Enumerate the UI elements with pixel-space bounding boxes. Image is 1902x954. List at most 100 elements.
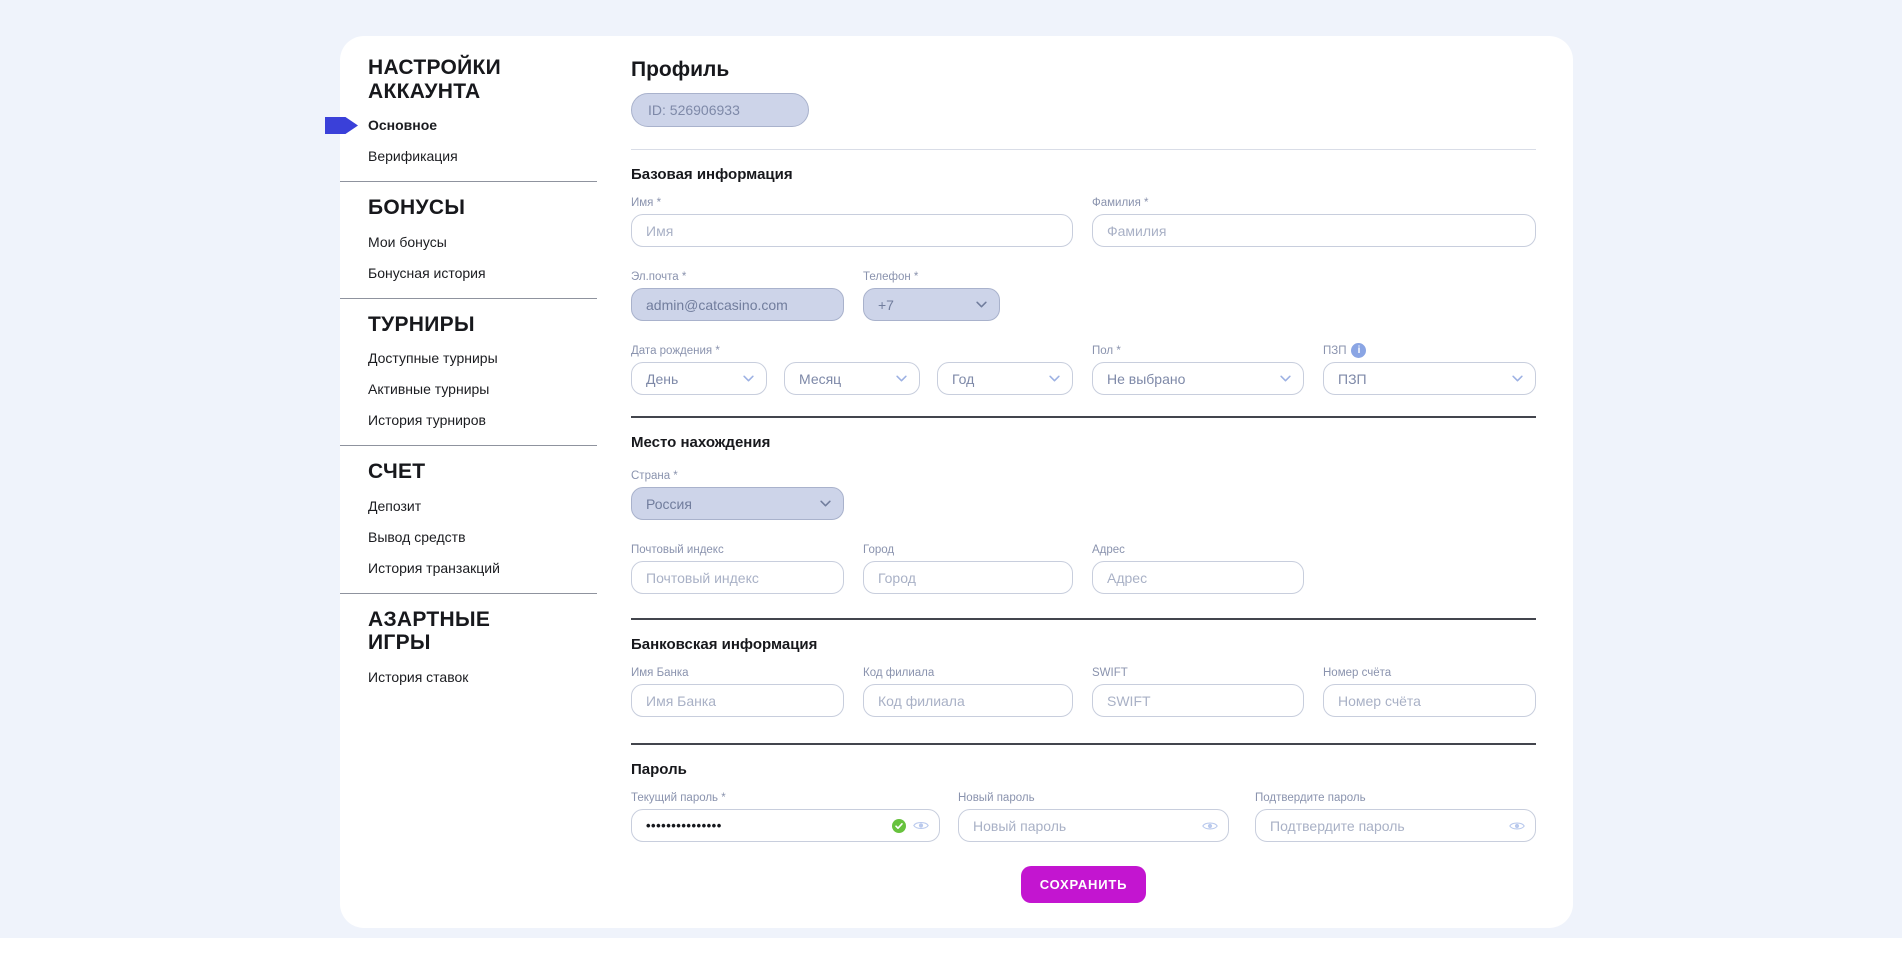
first-name-field: Имя * xyxy=(631,197,1073,247)
pzp-label: ПЗП xyxy=(1323,345,1346,358)
bank-name-label: Имя Банка xyxy=(631,667,844,680)
sidebar-item-label: Доступные турниры xyxy=(368,350,498,366)
sidebar-group-title: ТУРНИРЫ xyxy=(368,313,548,337)
sidebar-item-bonus-history[interactable]: Бонусная история xyxy=(368,265,600,282)
gender-field: Пол * Не выбрано xyxy=(1092,345,1304,395)
eye-icon[interactable] xyxy=(1202,820,1218,831)
page-background: НАСТРОЙКИ АККАУНТА Основное Верификация БОН… xyxy=(0,0,1902,938)
section-bank-header: Банковская информация xyxy=(631,636,1536,654)
last-name-label: Фамилия * xyxy=(1092,197,1536,210)
profile-main: Профиль ID: 526906933 Базовая информация… xyxy=(600,36,1573,928)
dob-year-select[interactable]: Год xyxy=(937,362,1073,395)
dob-day-value: День xyxy=(646,371,678,387)
email-input xyxy=(631,288,844,321)
chevron-down-icon xyxy=(1512,375,1523,382)
last-name-field: Фамилия * xyxy=(1092,197,1536,247)
save-button[interactable]: СОХРАНИТЬ xyxy=(1021,866,1146,903)
city-input[interactable] xyxy=(863,561,1073,594)
account-number-label: Номер счёта xyxy=(1323,667,1536,680)
sidebar-group-title: СЧЕТ xyxy=(368,460,548,484)
city-field: Город xyxy=(863,544,1073,594)
sidebar-item-active-tournaments[interactable]: Активные турниры xyxy=(368,381,600,398)
new-password-input[interactable] xyxy=(958,809,1229,842)
sidebar-item-label: Мои бонусы xyxy=(368,234,447,250)
sidebar-item-verification[interactable]: Верификация xyxy=(368,148,600,165)
section-basic-info-header: Базовая информация xyxy=(631,166,1536,184)
sidebar-item-available-tournaments[interactable]: Доступные турниры xyxy=(368,350,600,367)
branch-code-field: Код филиала xyxy=(863,667,1073,717)
info-icon[interactable]: i xyxy=(1351,343,1366,358)
sidebar-item-bet-history[interactable]: История ставок xyxy=(368,669,600,686)
sidebar-item-label: История турниров xyxy=(368,412,486,428)
confirm-password-input[interactable] xyxy=(1255,809,1536,842)
eye-icon[interactable] xyxy=(913,820,929,831)
profile-id-value: ID: 526906933 xyxy=(648,102,740,118)
chevron-down-icon xyxy=(976,301,987,308)
new-password-label: Новый пароль xyxy=(958,792,1229,805)
address-field: Адрес xyxy=(1092,544,1304,594)
sidebar-group-title: АЗАРТНЫЕ ИГРЫ xyxy=(368,608,548,655)
branch-code-input[interactable] xyxy=(863,684,1073,717)
sidebar-nav: НАСТРОЙКИ АККАУНТА Основное Верификация БОН… xyxy=(340,36,600,928)
sidebar-item-label: История транзакций xyxy=(368,560,500,576)
last-name-input[interactable] xyxy=(1092,214,1536,247)
postcode-field: Почтовый индекс xyxy=(631,544,844,594)
pzp-value: ПЗП xyxy=(1338,371,1367,387)
chevron-down-icon xyxy=(1049,375,1060,382)
sidebar-item-label: Депозит xyxy=(368,498,421,514)
phone-code-value: +7 xyxy=(878,297,894,313)
sidebar-item-transaction-history[interactable]: История транзакций xyxy=(368,560,600,577)
pzp-select[interactable]: ПЗП xyxy=(1323,362,1536,395)
sidebar-divider xyxy=(340,593,597,594)
bank-name-input[interactable] xyxy=(631,684,844,717)
swift-input[interactable] xyxy=(1092,684,1304,717)
gender-value: Не выбрано xyxy=(1107,371,1185,387)
address-label: Адрес xyxy=(1092,544,1304,557)
country-label: Страна * xyxy=(631,470,844,483)
confirm-password-label: Подтвердите пароль xyxy=(1255,792,1536,805)
gender-select[interactable]: Не выбрано xyxy=(1092,362,1304,395)
email-field: Эл.почта * xyxy=(631,271,844,321)
confirm-password-field: Подтвердите пароль xyxy=(1255,792,1536,842)
bank-name-field: Имя Банка xyxy=(631,667,844,717)
current-password-label: Текущий пароль * xyxy=(631,792,940,805)
sidebar-item-main[interactable]: Основное xyxy=(368,117,600,134)
sidebar-group-title: НАСТРОЙКИ АККАУНТА xyxy=(368,56,548,103)
country-field: Страна * Россия xyxy=(631,470,844,520)
account-number-input[interactable] xyxy=(1323,684,1536,717)
email-label: Эл.почта * xyxy=(631,271,844,284)
dob-field: Дата рождения * День Месяц xyxy=(631,345,1073,395)
dob-day-select[interactable]: День xyxy=(631,362,767,395)
address-input[interactable] xyxy=(1092,561,1304,594)
chevron-down-icon xyxy=(820,500,831,507)
gender-label: Пол * xyxy=(1092,345,1304,358)
postcode-input[interactable] xyxy=(631,561,844,594)
sidebar-item-label: Вывод средств xyxy=(368,529,466,545)
active-item-arrow-icon xyxy=(325,117,358,134)
sidebar-item-my-bonuses[interactable]: Мои бонусы xyxy=(368,234,600,251)
sidebar-item-label: Активные турниры xyxy=(368,381,489,397)
new-password-field: Новый пароль xyxy=(958,792,1229,842)
first-name-input[interactable] xyxy=(631,214,1073,247)
section-divider xyxy=(631,416,1536,418)
dob-month-value: Месяц xyxy=(799,371,841,387)
sidebar-item-tournament-history[interactable]: История турниров xyxy=(368,412,600,429)
valid-check-icon xyxy=(892,819,906,833)
phone-field: Телефон * +7 xyxy=(863,271,1073,321)
sidebar-item-withdrawal[interactable]: Вывод средств xyxy=(368,529,600,546)
current-password-field: Текущий пароль * xyxy=(631,792,940,842)
branch-code-label: Код филиала xyxy=(863,667,1073,680)
country-value: Россия xyxy=(646,496,692,512)
dob-month-select[interactable]: Месяц xyxy=(784,362,920,395)
account-settings-card: НАСТРОЙКИ АККАУНТА Основное Верификация БОН… xyxy=(340,36,1573,928)
chevron-down-icon xyxy=(896,375,907,382)
page-title: Профиль xyxy=(631,58,1536,82)
account-number-field: Номер счёта xyxy=(1323,667,1536,717)
sidebar-group-title: БОНУСЫ xyxy=(368,196,548,220)
postcode-label: Почтовый индекс xyxy=(631,544,844,557)
phone-code-select: +7 xyxy=(863,288,1000,321)
eye-icon[interactable] xyxy=(1509,820,1525,831)
sidebar-divider xyxy=(340,298,597,299)
city-label: Город xyxy=(863,544,1073,557)
sidebar-item-deposit[interactable]: Депозит xyxy=(368,498,600,515)
